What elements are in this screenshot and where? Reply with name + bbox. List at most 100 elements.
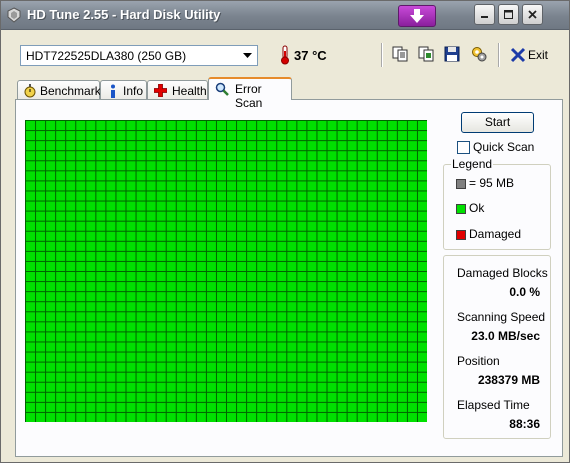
scan-block [46,231,56,241]
scan-block [156,382,166,392]
scan-block [237,362,247,372]
scan-block [347,282,357,292]
scan-block [347,121,357,131]
scan-block [56,251,66,261]
scan-block [196,201,206,211]
scan-block [46,352,56,362]
scan-block [377,211,387,221]
scan-block [166,141,176,151]
scan-block [327,231,337,241]
scan-block [46,211,56,221]
scan-block [36,272,46,282]
scan-block [357,191,367,201]
scan-block [116,241,126,251]
quick-scan-checkbox-box[interactable] [457,141,470,154]
scan-block [287,342,297,352]
scan-block [277,342,287,352]
scan-block [176,362,186,372]
scan-block [166,151,176,161]
tab-info[interactable]: Info [100,80,147,99]
scan-block [186,261,196,271]
scan-block [307,312,317,322]
scan-block [297,251,307,261]
scan-block [186,181,196,191]
minimize-button[interactable] [474,4,495,25]
scan-block [277,272,287,282]
copy-all-icon[interactable] [417,45,435,63]
scan-block [247,181,257,191]
scan-block [277,402,287,412]
scan-block [417,221,427,231]
scan-block [76,302,86,312]
scan-block [156,181,166,191]
scan-block [307,141,317,151]
scan-block [377,261,387,271]
scan-block [176,121,186,131]
scan-block [46,302,56,312]
scan-block [56,322,66,332]
scan-block [337,211,347,221]
title-bar[interactable]: HD Tune 2.55 - Hard Disk Utility [1,1,569,30]
hd-tune-app-icon[interactable] [6,7,22,23]
scan-block [387,282,397,292]
scan-block [257,261,267,271]
scan-block [347,272,357,282]
scan-block [337,171,347,181]
download-button[interactable] [398,5,436,27]
scan-block [136,332,146,342]
scan-block [397,402,407,412]
scan-block [86,261,96,271]
scan-block [267,191,277,201]
scan-block [166,251,176,261]
scan-block [186,161,196,171]
scan-block [417,372,427,382]
scan-block [146,191,156,201]
scan-block [76,251,86,261]
scan-block [387,382,397,392]
scan-block [377,251,387,261]
scan-block [126,292,136,302]
scan-block [116,352,126,362]
scan-block [347,322,357,332]
save-icon[interactable] [443,45,461,63]
scan-block [76,292,86,302]
scan-block [317,121,327,131]
scan-block [277,201,287,211]
copy-icon[interactable] [391,45,409,63]
scan-block [227,141,237,151]
scan-block [146,282,156,292]
tab-error-scan[interactable]: Error Scan [208,77,292,110]
scan-block [277,292,287,302]
scan-block [86,131,96,141]
scan-block [96,312,106,322]
scan-block [46,402,56,412]
scan-block [407,302,417,312]
scan-block [357,251,367,261]
tab-health[interactable]: Health [147,80,208,99]
scan-block [307,332,317,342]
scan-block [36,342,46,352]
options-icon[interactable] [470,45,488,63]
scan-block [96,151,106,161]
scan-block [116,211,126,221]
scan-block [237,302,247,312]
scan-block [96,231,106,241]
close-button[interactable] [522,4,543,25]
scan-block [367,241,377,251]
scan-block [297,181,307,191]
scan-block [407,151,417,161]
start-button[interactable]: Start [461,112,534,133]
scan-block [96,261,106,271]
scan-block [377,302,387,312]
maximize-button[interactable] [498,4,519,25]
scan-block [317,171,327,181]
scan-block [196,221,206,231]
scan-block [96,392,106,402]
tab-benchmark[interactable]: Benchmark [17,80,101,99]
down-arrow-icon [410,9,424,23]
scan-block [397,272,407,282]
drive-select[interactable]: HDT722525DLA380 (250 GB) [20,45,258,66]
scan-block [347,332,357,342]
scan-block [36,302,46,312]
scan-block [196,372,206,382]
